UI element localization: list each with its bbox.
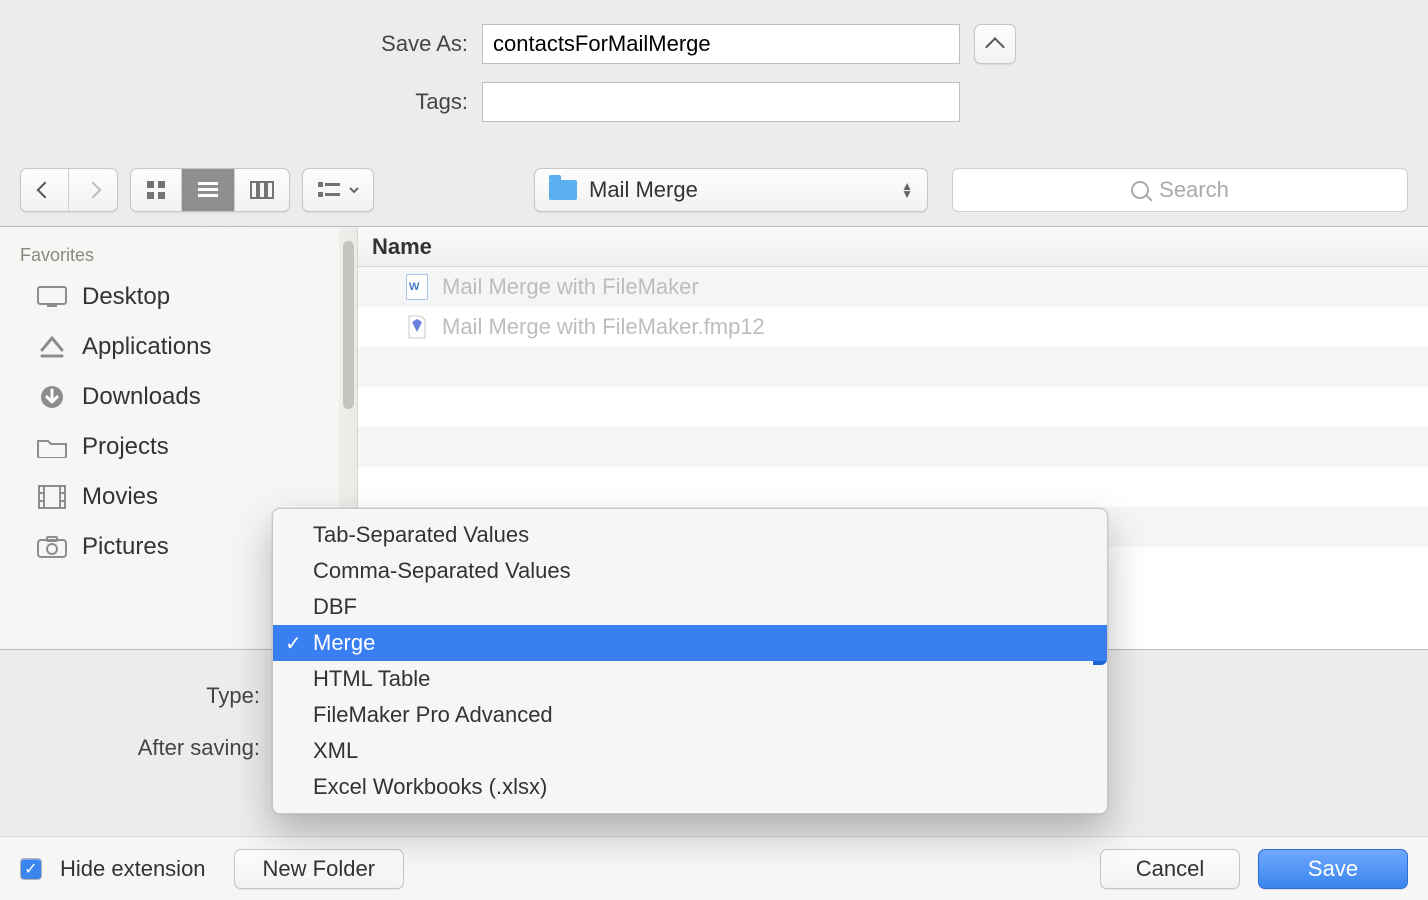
file-row-empty (358, 467, 1428, 507)
group-icon (317, 181, 341, 199)
view-list-button[interactable] (182, 169, 235, 211)
grid-icon (145, 179, 167, 201)
folder-location-popup[interactable]: Mail Merge ▲▼ (534, 168, 928, 212)
type-option-xlsx[interactable]: Excel Workbooks (.xlsx) (273, 769, 1107, 805)
file-name: Mail Merge with FileMaker.fmp12 (442, 314, 765, 340)
sidebar-heading: Favorites (0, 239, 357, 272)
pictures-icon (36, 535, 68, 559)
sidebar-item-desktop[interactable]: Desktop (0, 272, 357, 322)
tags-label: Tags: (0, 89, 482, 115)
folder-icon (549, 180, 577, 200)
nav-back-button[interactable] (21, 169, 69, 211)
search-field[interactable]: Search (952, 168, 1408, 212)
collapse-toggle-button[interactable] (974, 24, 1016, 64)
type-option-merge[interactable]: Merge (273, 625, 1107, 661)
type-option-tsv[interactable]: Tab-Separated Values (273, 517, 1107, 553)
type-option-xml[interactable]: XML (273, 733, 1107, 769)
list-icon (196, 179, 220, 201)
sidebar-item-projects[interactable]: Projects (0, 422, 357, 472)
chevron-up-icon (985, 37, 1005, 57)
applications-icon (36, 335, 68, 359)
toolbar: Mail Merge ▲▼ Search (0, 160, 1428, 226)
file-row[interactable]: Mail Merge with FileMaker (358, 267, 1428, 307)
footer: ✓ Hide extension New Folder Cancel Save (0, 836, 1428, 900)
sidebar-item-applications[interactable]: Applications (0, 322, 357, 372)
downloads-icon (36, 385, 68, 409)
nav-history-group (20, 168, 118, 212)
type-label: Type: (0, 683, 272, 709)
view-mode-group (130, 168, 290, 212)
sidebar-item-label: Applications (82, 333, 211, 361)
save-button[interactable]: Save (1258, 849, 1408, 889)
file-row-empty (358, 387, 1428, 427)
sidebar-item-label: Pictures (82, 533, 169, 561)
search-icon (1131, 181, 1149, 199)
list-header-name[interactable]: Name (358, 227, 1428, 267)
after-saving-label: After saving: (0, 735, 272, 761)
new-folder-button[interactable]: New Folder (234, 849, 404, 889)
columns-icon (249, 179, 275, 201)
sidebar-item-label: Desktop (82, 283, 170, 311)
save-as-section: Save As: Tags: (0, 0, 1428, 160)
folder-location-label: Mail Merge (589, 177, 698, 203)
sidebar-item-label: Movies (82, 483, 158, 511)
tags-input[interactable] (482, 82, 960, 122)
type-dropdown-menu: Tab-Separated Values Comma-Separated Val… (272, 508, 1108, 814)
chevron-left-icon (36, 182, 53, 199)
hide-extension-checkbox[interactable]: ✓ (20, 858, 42, 880)
folder-icon (36, 435, 68, 459)
save-dialog: Save As: Tags: (0, 0, 1428, 900)
file-name: Mail Merge with FileMaker (442, 274, 699, 300)
file-row-empty (358, 347, 1428, 387)
type-option-fmpa[interactable]: FileMaker Pro Advanced (273, 697, 1107, 733)
updown-stepper-icon: ▲▼ (901, 182, 913, 198)
sidebar-item-label: Projects (82, 433, 169, 461)
view-columns-button[interactable] (235, 169, 289, 211)
save-as-label: Save As: (0, 31, 482, 57)
desktop-icon (36, 285, 68, 309)
hide-extension-label: Hide extension (60, 856, 206, 882)
type-option-html[interactable]: HTML Table (273, 661, 1107, 697)
movies-icon (36, 485, 68, 509)
file-row-empty (358, 427, 1428, 467)
type-option-dbf[interactable]: DBF (273, 589, 1107, 625)
chevron-right-icon (85, 182, 102, 199)
view-icons-button[interactable] (131, 169, 182, 211)
search-placeholder: Search (1159, 177, 1229, 203)
nav-forward-button[interactable] (69, 169, 117, 211)
word-document-icon (406, 274, 428, 300)
sidebar-item-downloads[interactable]: Downloads (0, 372, 357, 422)
save-as-input[interactable] (482, 24, 960, 64)
sidebar-scrollbar-thumb[interactable] (343, 241, 354, 409)
cancel-button[interactable]: Cancel (1100, 849, 1240, 889)
group-by-button[interactable] (302, 168, 374, 212)
filemaker-document-icon (406, 314, 428, 340)
file-row[interactable]: Mail Merge with FileMaker.fmp12 (358, 307, 1428, 347)
chevron-down-icon (349, 187, 359, 194)
type-option-csv[interactable]: Comma-Separated Values (273, 553, 1107, 589)
sidebar-item-label: Downloads (82, 383, 201, 411)
